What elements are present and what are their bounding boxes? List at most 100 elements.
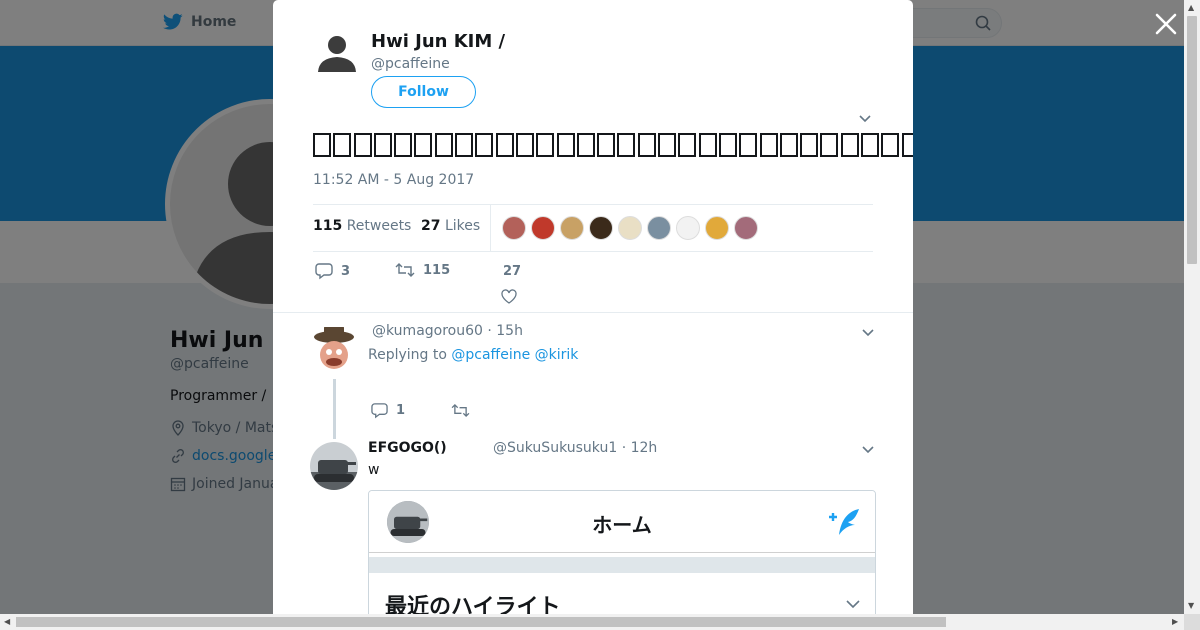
retweets-stat[interactable]: 115 Retweets xyxy=(313,218,411,234)
replying-to: Replying to @pcaffeine @kirik xyxy=(368,347,578,363)
chevron-down-icon[interactable] xyxy=(858,114,872,124)
unrendered-glyph xyxy=(840,132,859,157)
reply-icon xyxy=(315,263,333,280)
cartoon-avatar-icon xyxy=(310,325,358,373)
reply-avatar[interactable] xyxy=(310,325,358,373)
tweet-stats: 115 Retweets 27 Likes xyxy=(313,204,873,252)
vertical-scroll-thumb[interactable] xyxy=(1187,16,1197,264)
scrollbar-corner xyxy=(1184,614,1200,630)
unrendered-glyph xyxy=(455,132,474,157)
chevron-down-icon[interactable] xyxy=(861,328,875,338)
horizontal-scroll-thumb[interactable] xyxy=(16,617,946,627)
liker-avatar[interactable] xyxy=(502,216,526,240)
reply-button[interactable]: 1 xyxy=(371,402,405,419)
embed-title: ホーム xyxy=(592,513,652,537)
unrendered-glyph xyxy=(313,132,331,157)
reply-button[interactable]: 3 xyxy=(315,262,350,280)
unrendered-glyph xyxy=(556,132,575,157)
scroll-up-icon[interactable]: ▲ xyxy=(1188,3,1194,12)
unrendered-glyph xyxy=(515,132,534,157)
close-icon[interactable] xyxy=(1154,12,1178,36)
unrendered-glyph xyxy=(536,132,555,157)
likers-list xyxy=(502,216,758,240)
stats-divider xyxy=(490,205,491,251)
author-handle[interactable]: @pcaffeine xyxy=(371,56,450,72)
liker-avatar[interactable] xyxy=(618,216,642,240)
unrendered-glyph xyxy=(718,132,737,157)
vertical-scrollbar[interactable]: ▲ ▼ xyxy=(1184,0,1200,614)
unrendered-glyph xyxy=(434,132,453,157)
reply-image[interactable]: ホーム 最近のハイライト xyxy=(368,490,876,614)
modal-divider xyxy=(273,312,913,313)
reply-count: 1 xyxy=(396,403,406,418)
like-count-label[interactable]: 27 xyxy=(503,264,521,279)
replying-prefix: Replying to xyxy=(368,347,447,363)
tweet-timestamp[interactable]: 11:52 AM - 5 Aug 2017 xyxy=(313,172,474,188)
chevron-down-icon xyxy=(846,600,860,609)
tweet-text xyxy=(313,128,913,159)
scroll-right-icon[interactable]: ▶ xyxy=(1172,617,1178,626)
follow-button[interactable]: Follow xyxy=(371,76,476,108)
unrendered-glyph xyxy=(333,132,352,157)
liker-avatar[interactable] xyxy=(589,216,613,240)
unrendered-glyph xyxy=(658,132,677,157)
scroll-down-icon[interactable]: ▼ xyxy=(1188,601,1194,610)
liker-avatar[interactable] xyxy=(676,216,700,240)
retweet-button[interactable]: 115 xyxy=(395,262,450,278)
compose-tweet-icon xyxy=(829,509,859,535)
horizontal-scrollbar[interactable]: ◀ ▶ xyxy=(0,614,1184,630)
unrendered-glyph xyxy=(597,132,616,157)
retweets-count: 115 xyxy=(313,218,343,234)
unrendered-glyph xyxy=(394,132,413,157)
like-count: 27 xyxy=(503,264,522,279)
author-name[interactable]: Hwi Jun KIM / xyxy=(371,31,505,52)
likes-label: Likes xyxy=(444,218,481,234)
retweets-label: Retweets xyxy=(346,218,412,234)
retweet-button[interactable] xyxy=(451,403,470,418)
unrendered-glyph xyxy=(881,132,900,157)
liker-avatar[interactable] xyxy=(734,216,758,240)
unrendered-glyph xyxy=(678,132,697,157)
chevron-down-icon[interactable] xyxy=(861,445,875,455)
embed-header: ホーム xyxy=(369,491,875,553)
tank-photo-icon xyxy=(310,442,358,490)
reply-text: w xyxy=(368,462,380,478)
unrendered-glyph xyxy=(373,132,392,157)
unrendered-glyph xyxy=(800,132,819,157)
tweet-modal: Hwi Jun KIM / @pcaffeine Follow 11:52 AM… xyxy=(273,0,913,614)
unrendered-glyph xyxy=(698,132,717,157)
mention-link[interactable]: @kirik xyxy=(535,347,579,363)
retweet-icon xyxy=(451,403,470,418)
unrendered-glyph xyxy=(779,132,798,157)
scroll-left-icon[interactable]: ◀ xyxy=(4,617,10,626)
reply-avatar[interactable] xyxy=(310,442,358,490)
liker-avatar[interactable] xyxy=(531,216,555,240)
unrendered-glyph xyxy=(820,132,839,157)
likes-stat[interactable]: 27 Likes xyxy=(421,218,480,234)
unrendered-glyph xyxy=(353,132,372,157)
reply-author-name[interactable]: EFGOGO() xyxy=(368,440,447,456)
unrendered-glyph xyxy=(617,132,636,157)
mention-link[interactable]: @pcaffeine xyxy=(451,347,530,363)
embed-separator xyxy=(369,557,875,573)
unrendered-glyph xyxy=(901,132,913,157)
liker-avatar[interactable] xyxy=(647,216,671,240)
retweet-count: 115 xyxy=(423,262,451,278)
heart-icon[interactable] xyxy=(501,289,517,304)
liker-avatar[interactable] xyxy=(560,216,584,240)
thread-line xyxy=(333,379,336,439)
reply-handle-time[interactable]: @SukuSukusuku1 · 12h xyxy=(493,440,657,456)
liker-avatar[interactable] xyxy=(705,216,729,240)
unrendered-glyph xyxy=(475,132,494,157)
unrendered-glyph xyxy=(637,132,656,157)
unrendered-glyph xyxy=(576,132,595,157)
unrendered-glyph xyxy=(861,132,880,157)
likes-count: 27 xyxy=(421,218,441,234)
reply-icon xyxy=(371,403,388,419)
embed-highlight-heading: 最近のハイライト xyxy=(385,595,561,614)
unrendered-glyph xyxy=(759,132,778,157)
reply-handle-time[interactable]: @kumagorou60 · 15h xyxy=(372,323,523,339)
reply-count: 3 xyxy=(341,263,351,279)
author-avatar[interactable] xyxy=(313,28,361,76)
retweet-icon xyxy=(395,263,415,277)
